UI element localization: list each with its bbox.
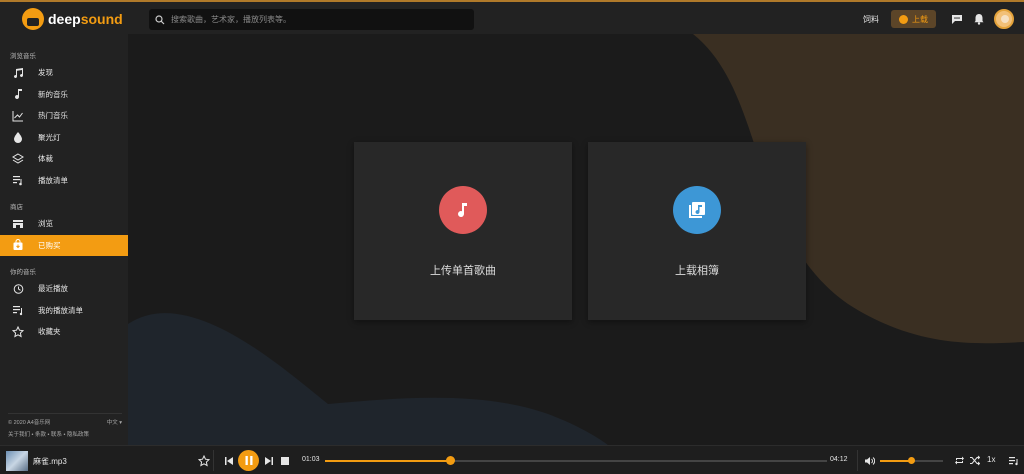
playback-speed[interactable]: 1x [987,455,995,464]
progress-handle[interactable] [446,456,455,465]
language-selector[interactable]: 中文 ▾ [107,418,122,426]
album-icon [673,186,721,234]
pause-button[interactable] [238,450,259,471]
store-icon [11,217,24,230]
upload-label: 上载 [912,14,928,24]
favorite-star-icon[interactable] [197,454,210,467]
sidebar-item-recently-played[interactable]: 最近播放 [0,278,128,300]
chat-icon[interactable] [950,12,964,26]
sidebar: 浏览音乐 发现 新的音乐 热门音乐 聚光灯 体裁 播放清单 商店 浏览 已购买 … [0,34,128,445]
playlist-icon [11,174,24,187]
total-time: 04:12 [830,456,848,463]
volume-icon[interactable] [863,454,876,467]
upload-single-label: 上传单首歌曲 [430,265,496,277]
sidebar-item-genres[interactable]: 体裁 [0,148,128,170]
sidebar-item-trending[interactable]: 热门音乐 [0,105,128,127]
current-time: 01:03 [302,456,320,463]
section-title-browse: 浏览音乐 [10,53,36,60]
sidebar-item-label: 浏览 [38,219,53,229]
copyright: © 2020 A4音乐网 [8,420,51,426]
background-shapes [128,34,1024,445]
history-icon [11,282,24,295]
sidebar-item-label: 聚光灯 [38,132,61,142]
sidebar-item-favorites[interactable]: 收藏夹 [0,321,128,343]
queue-icon[interactable] [1007,454,1020,467]
sidebar-item-label: 热门音乐 [38,111,68,121]
progress-fill [325,460,451,462]
upload-single-card[interactable]: 上传单首歌曲 [354,142,572,320]
player-bar: 麻雀.mp3 01:03 04:12 1x [0,445,1024,474]
music-notes-icon [11,66,24,79]
section-title-your-music: 你的音乐 [10,269,36,276]
pause-icon [245,456,252,465]
sidebar-item-label: 收藏夹 [38,327,61,337]
sidebar-item-purchased[interactable]: 已购买 [0,234,128,256]
sidebar-item-label: 已购买 [38,240,61,250]
sidebar-item-discover[interactable]: 发现 [0,62,128,84]
drop-icon [11,131,24,144]
repeat-icon[interactable] [953,454,966,467]
sidebar-item-label: 播放清单 [38,175,68,185]
progress-bar[interactable] [325,460,827,462]
layers-icon [11,152,24,165]
track-cover[interactable] [6,451,28,471]
sidebar-item-playlists[interactable]: 播放清单 [0,170,128,192]
logo[interactable]: deepsound [22,8,123,30]
sidebar-item-spotlight[interactable]: 聚光灯 [0,127,128,149]
shuffle-icon[interactable] [968,454,981,467]
upload-album-card[interactable]: 上载相簿 [588,142,806,320]
sidebar-item-browse[interactable]: 浏览 [0,213,128,235]
volume-fill [880,460,912,462]
previous-icon[interactable] [222,454,235,467]
main-content: 上传单首歌曲 上载相簿 [128,34,1024,445]
music-note-icon [11,88,24,101]
sidebar-item-label: 新的音乐 [38,89,68,99]
next-icon[interactable] [262,454,275,467]
sidebar-footer: © 2020 A4音乐网 中文 ▾ 关于我们 • 条款 • 联系 • 隐私政策 [8,413,122,445]
upload-button[interactable]: 上载 [891,10,936,28]
track-title: 麻雀.mp3 [33,457,67,466]
footer-links[interactable]: 关于我们 • 条款 • 联系 • 隐私政策 [8,430,89,438]
sidebar-item-label: 我的播放清单 [38,305,83,315]
feed-link[interactable]: 饲料 [863,14,879,25]
trending-chart-icon [11,109,24,122]
music-note-icon [439,186,487,234]
star-icon [11,325,24,338]
bell-icon[interactable] [972,12,986,26]
sidebar-item-my-playlists[interactable]: 我的播放清单 [0,300,128,322]
sidebar-item-new-music[interactable]: 新的音乐 [0,84,128,106]
purchased-bag-icon [11,239,24,252]
divider [213,450,214,471]
search-box[interactable] [149,9,474,30]
logo-icon [22,8,44,30]
volume-handle[interactable] [908,457,915,464]
upload-icon [899,14,908,24]
logo-text: deepsound [48,11,123,27]
search-icon [149,9,171,30]
sidebar-item-label: 发现 [38,68,53,78]
divider [857,450,858,471]
my-playlist-icon [11,304,24,317]
section-title-store: 商店 [10,204,23,211]
sidebar-item-label: 最近播放 [38,284,68,294]
upload-album-label: 上载相簿 [675,265,719,277]
top-bar: deepsound 饲料 上载 [0,0,1024,34]
stop-icon[interactable] [278,454,291,467]
search-input[interactable] [171,15,461,24]
sidebar-item-label: 体裁 [38,154,53,164]
avatar[interactable] [994,9,1014,29]
